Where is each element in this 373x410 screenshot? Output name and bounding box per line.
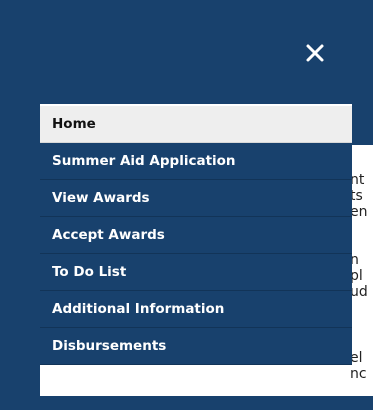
menu-item-view-awards[interactable]: View Awards: [40, 180, 352, 217]
menu-item-accept-awards[interactable]: Accept Awards: [40, 217, 352, 254]
overlay-left-edge: [0, 104, 40, 410]
menu-item-home[interactable]: Home: [40, 106, 352, 143]
nav-menu: Home Summer Aid Application View Awards …: [40, 106, 352, 365]
menu-item-disbursements[interactable]: Disbursements: [40, 328, 352, 365]
background-text-fragment: ud: [350, 284, 368, 300]
mobile-nav-overlay: nt ts en n pl ud el nc Home Summer Aid A…: [0, 0, 373, 410]
background-text-fragment: nc: [350, 366, 367, 382]
overlay-bottom-edge: [0, 396, 373, 410]
menu-item-additional-information[interactable]: Additional Information: [40, 291, 352, 328]
menu-item-summer-aid-application[interactable]: Summer Aid Application: [40, 143, 352, 180]
close-menu-button[interactable]: [300, 38, 330, 68]
close-icon: [306, 44, 324, 62]
menu-item-to-do-list[interactable]: To Do List: [40, 254, 352, 291]
background-text-fragment: nt: [350, 172, 365, 188]
background-text-fragment: en: [350, 204, 368, 220]
nav-header: [0, 0, 373, 104]
background-page-content: nt ts en n pl ud el nc: [350, 145, 373, 396]
